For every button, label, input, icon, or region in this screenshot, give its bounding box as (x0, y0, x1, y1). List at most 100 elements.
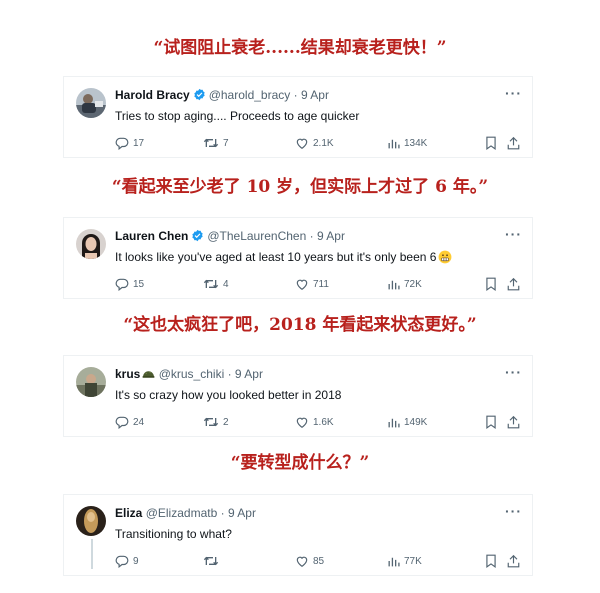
user-handle[interactable]: @TheLaurenChen (207, 229, 306, 243)
bookmark-button[interactable] (485, 134, 497, 152)
tweet-header: Harold Bracy @harold_bracy · 9 Apr (115, 87, 522, 105)
more-icon[interactable]: ··· (505, 226, 522, 242)
retweet-count: 2 (223, 416, 229, 428)
retweet-icon (203, 279, 219, 289)
like-button[interactable]: 711 (295, 275, 329, 293)
separator: · (227, 367, 232, 381)
share-icon (507, 415, 520, 429)
reply-count: 15 (133, 278, 145, 290)
verified-badge-icon (193, 88, 206, 105)
tweet-date[interactable]: 9 Apr (228, 506, 256, 520)
like-count: 1.6K (313, 416, 334, 428)
bookmark-icon (486, 554, 496, 568)
retweet-button[interactable]: 2 (203, 413, 229, 431)
retweet-button[interactable] (203, 552, 223, 570)
grimace-emoji-icon (438, 250, 452, 268)
heart-icon (296, 556, 308, 567)
separator: · (309, 229, 314, 243)
reply-count: 9 (133, 555, 139, 567)
separator: · (220, 506, 225, 520)
heart-icon (296, 279, 308, 290)
helmet-emoji-icon (142, 368, 155, 384)
views-count: 149K (404, 416, 428, 428)
retweet-count: 7 (223, 137, 229, 149)
tweet-actions: 9 85 77K (115, 552, 522, 570)
retweet-count: 4 (223, 278, 229, 290)
share-button[interactable] (507, 134, 520, 152)
share-icon (507, 136, 520, 150)
like-button[interactable]: 1.6K (295, 413, 334, 431)
reply-icon (115, 278, 129, 291)
user-handle[interactable]: @Elizadmatb (146, 506, 218, 520)
reply-icon (115, 137, 129, 150)
reply-icon (115, 555, 129, 568)
tweet-text: It looks like you've aged at least 10 ye… (115, 249, 518, 268)
views-button[interactable]: 77K (387, 552, 422, 570)
reply-button[interactable]: 17 (115, 134, 144, 152)
tweet-text: It's so crazy how you looked better in 2… (115, 388, 342, 402)
retweet-button[interactable]: 4 (203, 275, 229, 293)
bookmark-button[interactable] (485, 275, 497, 293)
reply-button[interactable]: 9 (115, 552, 139, 570)
display-name[interactable]: krus (115, 367, 140, 381)
views-button[interactable]: 72K (387, 275, 422, 293)
tweet-date[interactable]: 9 Apr (317, 229, 345, 243)
bookmark-icon (486, 136, 496, 150)
tweet-card-krus[interactable]: krus @krus_chiki · 9 Apr ··· It's so cra… (63, 355, 533, 437)
bookmark-button[interactable] (485, 413, 497, 431)
tweet-header: Lauren Chen @TheLaurenChen · 9 Apr (115, 228, 522, 246)
bookmark-icon (486, 415, 496, 429)
avatar[interactable] (76, 229, 106, 259)
tweet-card-eliza[interactable]: Eliza @Elizadmatb · 9 Apr ··· Transition… (63, 494, 533, 576)
user-handle[interactable]: @krus_chiki (159, 367, 225, 381)
tweet-card-lauren[interactable]: Lauren Chen @TheLaurenChen · 9 Apr ··· It… (63, 217, 533, 299)
share-icon (507, 277, 520, 291)
retweet-icon (203, 138, 219, 148)
views-icon (388, 557, 400, 566)
views-icon (388, 139, 400, 148)
reply-button[interactable]: 15 (115, 275, 144, 293)
tweet-date[interactable]: 9 Apr (301, 88, 329, 102)
views-icon (388, 418, 400, 427)
views-count: 72K (404, 278, 422, 290)
views-button[interactable]: 134K (387, 134, 427, 152)
like-count: 85 (313, 555, 325, 567)
retweet-button[interactable]: 7 (203, 134, 229, 152)
views-icon (388, 280, 400, 289)
bookmark-button[interactable] (485, 552, 497, 570)
avatar[interactable] (76, 506, 106, 536)
display-name[interactable]: Eliza (115, 506, 142, 520)
reply-count: 24 (133, 416, 145, 428)
tweet-text-content: It looks like you've aged at least 10 ye… (115, 250, 437, 264)
views-button[interactable]: 149K (387, 413, 427, 431)
bookmark-icon (486, 277, 496, 291)
like-count: 2.1K (313, 137, 334, 149)
share-button[interactable] (507, 413, 520, 431)
caption-4: “要转型成什么？” (230, 453, 370, 473)
like-button[interactable]: 85 (295, 552, 324, 570)
separator: · (293, 88, 298, 102)
like-button[interactable]: 2.1K (295, 134, 334, 152)
heart-icon (296, 417, 308, 428)
more-icon[interactable]: ··· (505, 364, 522, 380)
share-icon (507, 554, 520, 568)
tweet-text: Transitioning to what? (115, 527, 232, 541)
avatar[interactable] (76, 88, 106, 118)
caption-1: “试图阻止衰老......结果却衰老更快！” (153, 38, 447, 58)
user-handle[interactable]: @harold_bracy (209, 88, 291, 102)
caption-2: “看起来至少老了 10 岁，但实际上才过了 6 年。” (111, 177, 489, 197)
tweet-date[interactable]: 9 Apr (235, 367, 263, 381)
more-icon[interactable]: ··· (505, 503, 522, 519)
verified-badge-icon (191, 229, 204, 246)
share-button[interactable] (507, 552, 520, 570)
avatar[interactable] (76, 367, 106, 397)
views-count: 77K (404, 555, 422, 567)
more-icon[interactable]: ··· (505, 85, 522, 101)
display-name[interactable]: Harold Bracy (115, 88, 190, 102)
retweet-icon (203, 556, 219, 566)
tweet-card-harold[interactable]: Harold Bracy @harold_bracy · 9 Apr ··· Tr… (63, 76, 533, 158)
display-name[interactable]: Lauren Chen (115, 229, 188, 243)
tweet-actions: 24 2 1.6K 149K (115, 413, 522, 431)
share-button[interactable] (507, 275, 520, 293)
reply-button[interactable]: 24 (115, 413, 144, 431)
